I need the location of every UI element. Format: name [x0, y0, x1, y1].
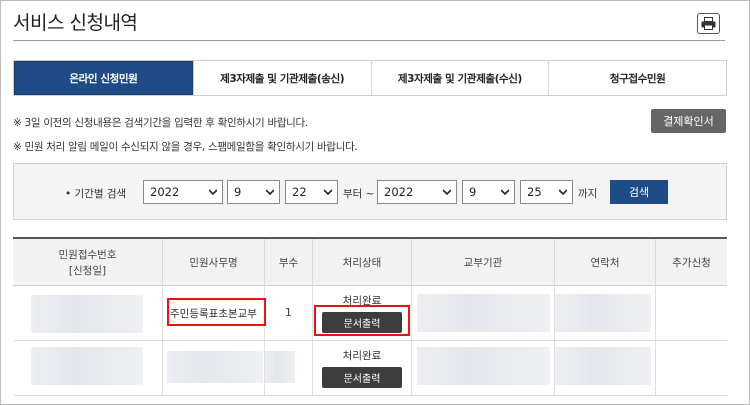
chevron-down-icon — [266, 189, 274, 196]
status-text: 처리완료 — [342, 350, 382, 362]
notice-search-period: ※ 3일 이전의 신청내용은 검색기간을 입력한 후 확인하시기 바랍니다. — [13, 117, 308, 129]
cell-extra — [656, 341, 727, 395]
printer-icon — [701, 17, 716, 30]
to-suffix: 까지 — [578, 188, 598, 200]
header-extra: 추가신청 — [672, 256, 711, 269]
to-month-select[interactable]: 9 — [462, 180, 515, 204]
to-day-select[interactable]: 25 — [520, 180, 573, 204]
header-issuing-org: 교부기관 — [412, 239, 555, 286]
tab-third-party-sent[interactable]: 제3자제출 및 기관제출(송신) — [192, 61, 371, 95]
highlight-print-button — [314, 305, 410, 336]
title-divider — [13, 40, 725, 41]
from-suffix: 부터 ~ — [343, 188, 375, 200]
cell-issuing-org — [412, 341, 555, 395]
table-header: 민원접수번호 [신청일] 민원사무명 부수 처리상태 교부기관 연락처 추가신청 — [13, 239, 727, 286]
table-row: 처리완료 문서출력 — [13, 341, 727, 396]
cell-status: 처리완료 문서출력 — [313, 341, 412, 395]
header-receipt-no: 민원접수번호 [신청일] — [13, 239, 163, 286]
notice-spam-mail: ※ 민원 처리 알림 메일이 수신되지 않을 경우, 스팸메일함을 확인하시기 … — [13, 141, 358, 153]
from-month-select[interactable]: 9 — [227, 180, 280, 204]
to-month-value: 9 — [469, 185, 477, 199]
header-contact: 연락처 — [555, 239, 656, 286]
from-year-select[interactable]: 2022 — [143, 180, 223, 204]
cell-affair — [163, 341, 265, 395]
cell-contact — [555, 341, 656, 395]
redacted-area — [265, 351, 295, 383]
cell-receipt-no — [13, 341, 163, 395]
redacted-area — [31, 347, 143, 385]
cell-copies: 1 — [265, 286, 313, 340]
chevron-down-icon — [443, 189, 451, 196]
print-document-button[interactable]: 문서출력 — [322, 367, 402, 388]
page-title: 서비스 신청내역 — [13, 12, 138, 34]
cell-receipt-no — [13, 286, 163, 340]
header-application-date-label: [신청일] — [68, 264, 107, 277]
search-label: • 기간별 검색 — [65, 188, 127, 200]
redacted-area — [167, 351, 263, 383]
tab-claim-received[interactable]: 청구접수민원 — [548, 61, 726, 95]
from-year-value: 2022 — [150, 185, 180, 199]
chevron-down-icon — [209, 189, 217, 196]
header-affair: 민원사무명 — [163, 239, 265, 286]
tab-third-party-received[interactable]: 제3자제출 및 기관제출(수신) — [370, 61, 549, 95]
cell-issuing-org — [412, 286, 555, 340]
tab-bar: 온라인 신청민원 제3자제출 및 기관제출(송신) 제3자제출 및 기관제출(수… — [13, 60, 727, 96]
search-button[interactable]: 검색 — [610, 180, 668, 204]
redacted-area — [31, 295, 143, 333]
tab-online-application[interactable]: 온라인 신청민원 — [14, 61, 193, 95]
chevron-down-icon — [559, 189, 567, 196]
redacted-area — [555, 347, 651, 385]
from-month-value: 9 — [234, 185, 242, 199]
highlight-affair-name — [167, 298, 266, 326]
header-receipt-no-label: 민원접수번호 — [58, 248, 117, 261]
chevron-down-icon — [501, 189, 509, 196]
cell-contact — [555, 286, 656, 340]
redacted-area — [417, 347, 550, 385]
header-copies: 부수 — [265, 239, 313, 286]
to-day-value: 25 — [527, 185, 542, 199]
redacted-area — [417, 294, 550, 332]
print-button[interactable] — [697, 13, 720, 34]
redacted-area — [555, 294, 651, 332]
chevron-down-icon — [324, 189, 332, 196]
cell-copies — [265, 341, 313, 395]
header-status: 처리상태 — [313, 239, 412, 286]
from-day-value: 22 — [292, 185, 307, 199]
payment-receipt-button[interactable]: 결제확인서 — [651, 109, 726, 133]
to-year-value: 2022 — [384, 185, 414, 199]
copies-value: 1 — [285, 307, 292, 319]
cell-extra — [656, 286, 727, 340]
from-day-select[interactable]: 22 — [285, 180, 338, 204]
to-year-select[interactable]: 2022 — [377, 180, 457, 204]
